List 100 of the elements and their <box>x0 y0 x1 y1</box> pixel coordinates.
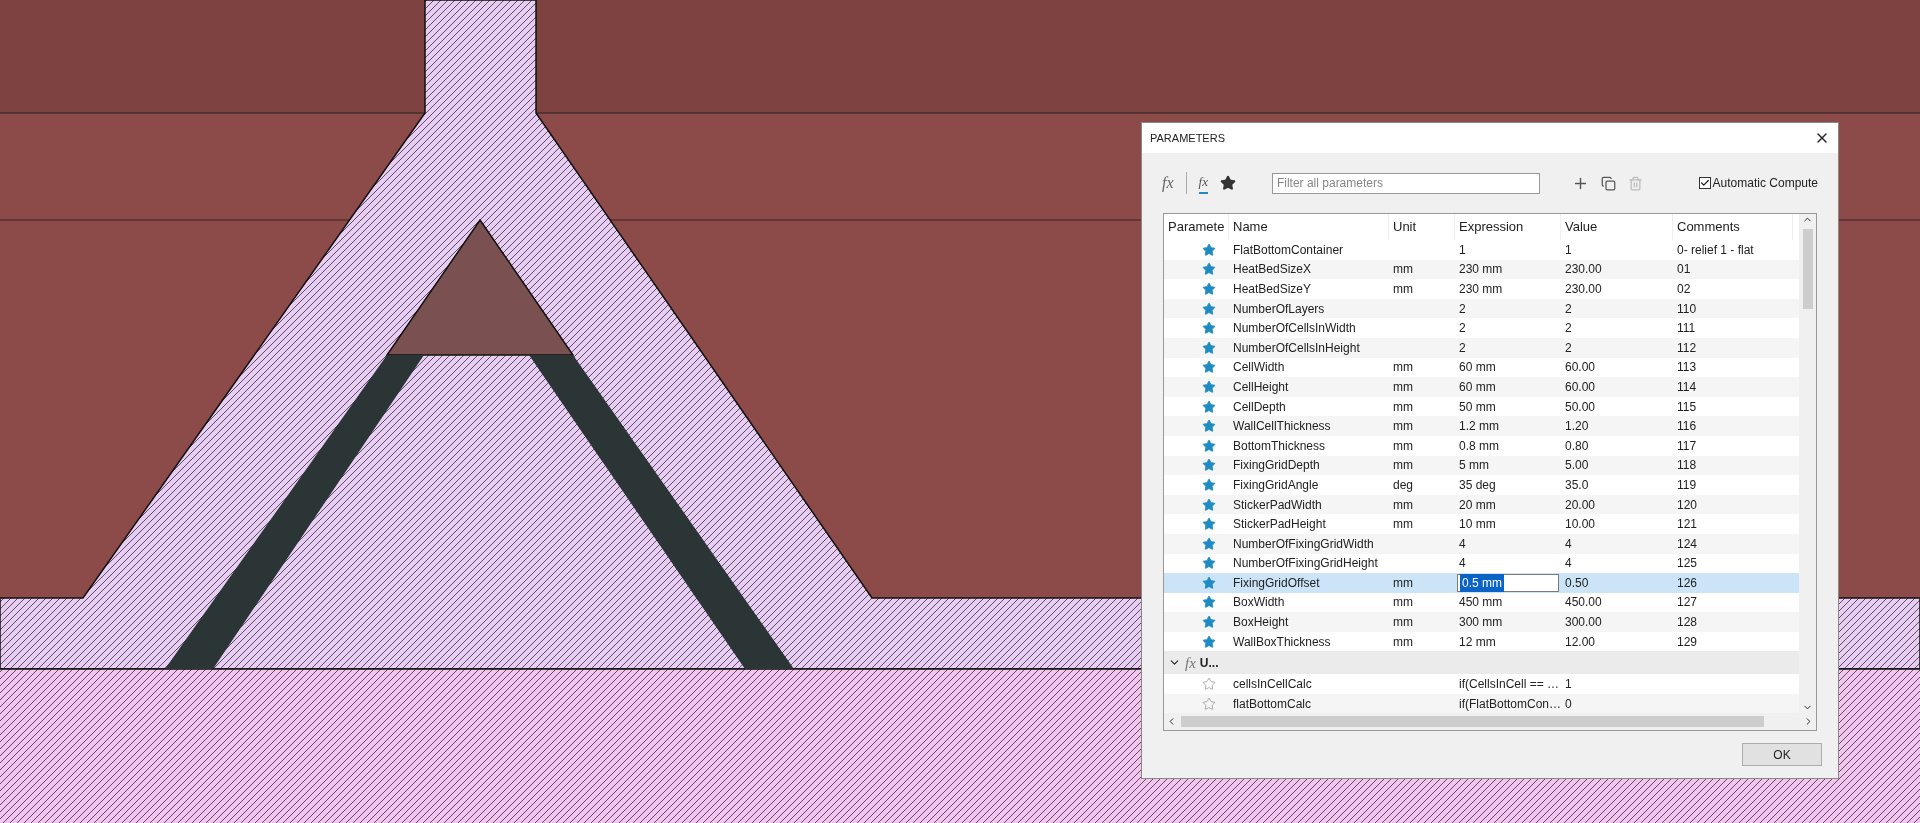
star-icon[interactable] <box>1219 175 1236 191</box>
favorite-star-icon[interactable] <box>1201 360 1216 375</box>
favorite-star-icon[interactable] <box>1201 536 1216 551</box>
parameter-expression[interactable]: 230 mm <box>1459 262 1503 277</box>
favorite-star-icon[interactable] <box>1201 634 1216 649</box>
parameter-expression[interactable]: 50 mm <box>1459 399 1496 414</box>
parameter-expression[interactable]: 20 mm <box>1459 497 1496 512</box>
favorite-star-icon[interactable] <box>1201 419 1216 434</box>
column-header[interactable]: Value <box>1565 217 1598 237</box>
parameter-name: NumberOfFixingGridHeight <box>1233 556 1378 571</box>
favorite-star-icon[interactable] <box>1201 262 1216 277</box>
parameter-expression[interactable]: 60 mm <box>1459 379 1496 394</box>
parameter-name: HeatBedSizeX <box>1233 262 1312 277</box>
scrollbar-thumb[interactable] <box>1181 716 1764 727</box>
parameter-expression[interactable]: 1 <box>1459 242 1466 257</box>
parameter-name: HeatBedSizeY <box>1233 282 1312 296</box>
parameter-name: FlatBottomContainer <box>1233 242 1344 257</box>
parameter-expression[interactable]: 10 mm <box>1459 517 1496 532</box>
favorite-star-icon[interactable] <box>1201 517 1216 532</box>
favorite-star-icon[interactable] <box>1201 379 1216 394</box>
favorite-star-icon[interactable] <box>1201 615 1216 630</box>
automatic-compute-checkbox[interactable]: Automatic Compute <box>1698 174 1818 192</box>
favorite-star-icon[interactable] <box>1201 282 1216 296</box>
parameter-value: 0.80 <box>1565 438 1589 453</box>
favorite-star-icon[interactable] <box>1201 595 1216 610</box>
parameter-comment: 111 <box>1677 321 1696 336</box>
parameter-expression[interactable]: 450 mm <box>1459 595 1503 610</box>
parameter-row[interactable]: NumberOfCellsInHeight 2 2 112 <box>1164 337 1799 358</box>
favorite-star-icon[interactable] <box>1201 321 1216 336</box>
column-header[interactable]: Comments <box>1677 217 1740 237</box>
vertical-scrollbar[interactable] <box>1799 214 1816 713</box>
horizontal-scrollbar[interactable] <box>1164 713 1816 730</box>
parameter-expression[interactable]: if(CellsInCell == … <box>1459 677 1560 692</box>
parameter-unit: mm <box>1393 575 1413 590</box>
favorite-star-icon[interactable] <box>1201 696 1216 711</box>
favorite-star-icon[interactable] <box>1201 677 1216 692</box>
favorite-star-icon[interactable] <box>1201 458 1216 473</box>
parameter-row[interactable]: flatBottomCalc if(FlatBottomCon… 0 <box>1164 694 1799 714</box>
parameter-expression[interactable]: if(FlatBottomCon… <box>1459 696 1562 711</box>
parameter-value: 5.00 <box>1565 458 1589 473</box>
parameter-comment: 125 <box>1677 556 1698 571</box>
parameter-unit: mm <box>1393 438 1413 453</box>
parameter-unit: mm <box>1393 399 1413 414</box>
scrollbar-thumb[interactable] <box>1802 229 1813 309</box>
parameter-row[interactable]: FixingGridDepth mm 5 mm 5.00 118 <box>1164 455 1799 476</box>
filter-field[interactable]: Filter all parameters <box>1271 172 1540 194</box>
parameter-expression[interactable]: 300 mm <box>1459 615 1503 630</box>
parameter-comment: 114 <box>1677 379 1697 394</box>
parameter-expression[interactable]: 230 mm <box>1459 282 1503 296</box>
favorite-star-icon[interactable] <box>1201 497 1216 512</box>
parameter-expression[interactable]: 5 mm <box>1459 458 1489 473</box>
parameter-name: WallCellThickness <box>1233 419 1331 434</box>
favorite-star-icon[interactable] <box>1201 242 1216 257</box>
parameter-row[interactable]: StickerPadWidth mm 20 mm 20.00 120 <box>1164 494 1799 515</box>
parameter-name: flatBottomCalc <box>1233 696 1312 711</box>
copy-icon[interactable] <box>1600 175 1616 191</box>
function-glyph[interactable]: fx <box>1162 171 1174 195</box>
favorite-star-icon[interactable] <box>1201 301 1216 316</box>
parameter-expression[interactable]: 35 deg <box>1459 477 1496 492</box>
parameter-expression[interactable]: 2 <box>1459 321 1466 336</box>
parameter-expression[interactable]: 4 <box>1459 536 1466 551</box>
parameter-expression[interactable]: 0.8 mm <box>1459 438 1499 453</box>
parameter-row[interactable]: HeatBedSizeX mm 230 mm 230.00 01 <box>1164 259 1799 280</box>
favorite-star-icon[interactable] <box>1201 575 1216 590</box>
column-header[interactable]: Unit <box>1393 217 1417 237</box>
parameter-expression[interactable]: 1.2 mm <box>1459 419 1499 434</box>
parameter-row[interactable]: CellHeight mm 60 mm 60.00 114 <box>1164 377 1799 397</box>
parameter-comment: 127 <box>1677 595 1698 610</box>
parameter-row[interactable]: BoxHeight mm 300 mm 300.00 128 <box>1164 612 1799 632</box>
favorite-star-icon[interactable] <box>1201 556 1216 571</box>
ok-button[interactable]: OK <box>1742 743 1822 766</box>
parameter-comment: 02 <box>1677 282 1691 296</box>
parameter-row[interactable]: NumberOfLayers 2 2 110 <box>1164 298 1799 319</box>
favorite-star-icon[interactable] <box>1201 399 1216 414</box>
parameter-unit: mm <box>1393 282 1413 296</box>
parameter-row[interactable]: FixingGridOffset mm 0.5 mm 0.50 126 <box>1164 573 1799 593</box>
parameter-expression[interactable]: 12 mm <box>1459 634 1496 649</box>
parameter-expression[interactable]: 2 <box>1459 340 1466 355</box>
parameter-row[interactable]: WallCellThickness mm 1.2 mm 1.20 116 <box>1164 416 1799 436</box>
expression-input[interactable]: 0.5 mm <box>1457 573 1559 592</box>
parameter-name: NumberOfFixingGridWidth <box>1233 536 1374 551</box>
parameter-row[interactable]: NumberOfFixingGridWidth 4 4 124 <box>1164 533 1799 554</box>
parameter-expression[interactable]: 2 <box>1459 301 1466 316</box>
favorite-star-icon[interactable] <box>1201 340 1216 355</box>
parameter-expression[interactable]: 4 <box>1459 556 1466 571</box>
parameter-name: CellWidth <box>1233 360 1285 375</box>
column-header[interactable]: Name <box>1233 217 1268 237</box>
parameter-value: 12.00 <box>1565 634 1596 649</box>
column-header[interactable]: Expression <box>1459 217 1524 237</box>
parameter-name: FixingGridAngle <box>1233 477 1319 492</box>
parameter-comment: 119 <box>1677 477 1697 492</box>
parameter-comment: 115 <box>1677 399 1697 414</box>
favorite-star-icon[interactable] <box>1201 477 1216 492</box>
parameter-name: WallBoxThickness <box>1233 634 1331 649</box>
group-row[interactable]: fx U... <box>1164 651 1799 675</box>
favorite-star-icon[interactable] <box>1201 438 1216 453</box>
column-header[interactable]: Paramete <box>1168 217 1225 237</box>
user-function-glyph[interactable]: fx <box>1198 172 1208 194</box>
parameter-expression[interactable]: 60 mm <box>1459 360 1496 375</box>
parameter-comment: 113 <box>1677 360 1697 375</box>
